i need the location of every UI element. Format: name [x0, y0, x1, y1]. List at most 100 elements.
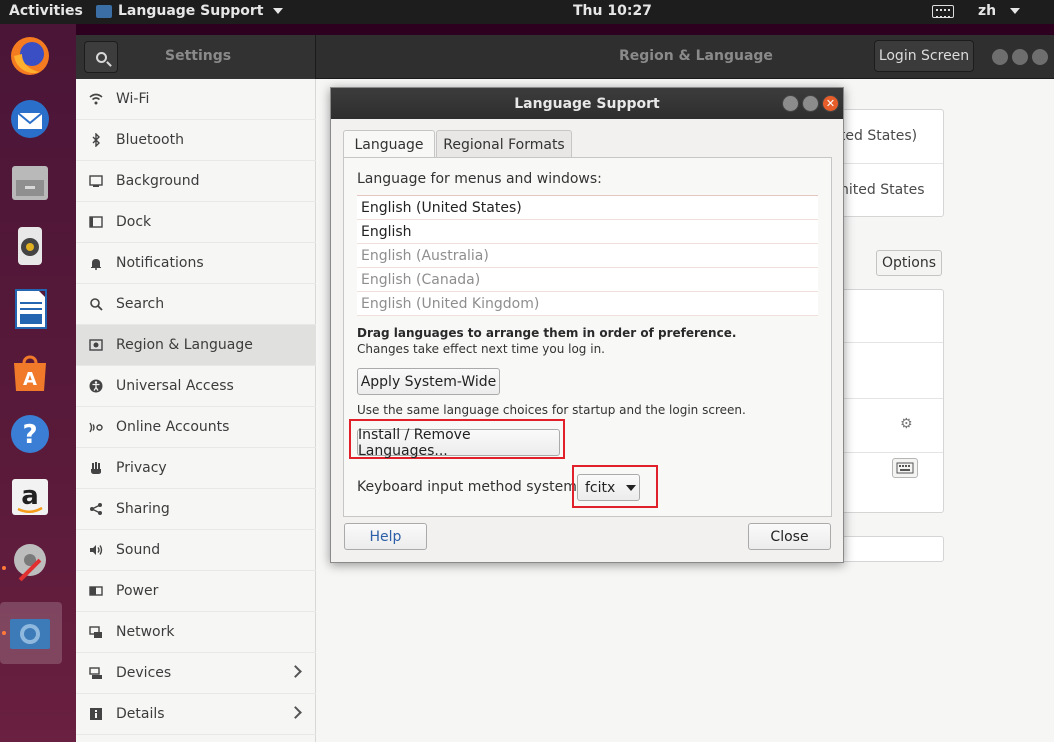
svg-text:a: a — [21, 481, 39, 511]
sidebar-item-region-language[interactable]: Region & Language — [76, 325, 316, 366]
libreoffice-writer-icon[interactable] — [8, 286, 52, 330]
close-icon[interactable] — [992, 49, 1008, 65]
options-button[interactable]: Options — [876, 250, 942, 276]
manage-installed-languages-field[interactable] — [827, 536, 944, 562]
sidebar-item-bluetooth[interactable]: Bluetooth — [76, 120, 316, 161]
settings-headerbar: Settings Region & Language Login Screen — [76, 35, 1054, 79]
sidebar-item-online-accounts[interactable]: Online Accounts — [76, 407, 316, 448]
sidebar-item-privacy[interactable]: Privacy — [76, 448, 316, 489]
input-language-label: zh — [978, 3, 997, 19]
keyboard-layout-button[interactable] — [892, 458, 918, 478]
sidebar-item-network[interactable]: Network — [76, 612, 316, 653]
drag-instructions: Drag languages to arrange them in order … — [357, 326, 737, 340]
sidebar-item-universal-access[interactable]: Universal Access — [76, 366, 316, 407]
sidebar-item-label: Search — [116, 296, 165, 312]
chevron-down-icon — [626, 484, 637, 491]
language-formats-frame: ited States) nited States — [827, 109, 944, 217]
language-value[interactable]: ited States) — [836, 128, 917, 144]
sidebar-item-label: Sharing — [116, 501, 170, 517]
sidebar-item-label: Notifications — [116, 255, 204, 271]
power-icon — [89, 584, 103, 598]
sidebar-item-notifications[interactable]: Notifications — [76, 243, 316, 284]
input-method-select[interactable]: fcitx — [577, 474, 640, 501]
app-menu-label: Language Support — [118, 3, 264, 19]
list-item[interactable]: English (Australia) — [357, 244, 818, 268]
tab-regional-formats[interactable]: Regional Formats — [436, 130, 572, 158]
close-button[interactable]: Close — [748, 523, 831, 550]
sidebar-item-details[interactable]: Details — [76, 694, 316, 735]
chevron-right-icon — [289, 665, 302, 678]
firefox-icon[interactable] — [8, 34, 52, 78]
clock[interactable]: Thu 10:27 — [573, 3, 652, 19]
svg-text:A: A — [23, 369, 37, 390]
dialog-titlebar[interactable]: Language Support ✕ — [331, 88, 843, 119]
sidebar-item-label: Privacy — [116, 460, 167, 476]
sidebar-item-devices[interactable]: Devices — [76, 653, 316, 694]
running-indicator — [2, 631, 6, 635]
language-support-icon — [96, 4, 112, 18]
sidebar-item-label: Region & Language — [116, 337, 253, 353]
formats-value[interactable]: nited States — [840, 182, 925, 198]
dock-icon — [89, 215, 103, 229]
tab-language[interactable]: Language — [343, 130, 435, 159]
sidebar-item-label: Wi-Fi — [116, 91, 150, 107]
activities-button[interactable]: Activities — [9, 3, 83, 19]
sidebar-item-wifi[interactable]: Wi-Fi — [76, 79, 316, 120]
install-remove-languages-button[interactable]: Install / Remove Languages... — [357, 427, 560, 459]
sidebar-item-label: Network — [116, 624, 175, 640]
online-accounts-icon — [89, 420, 103, 434]
maximize-icon[interactable] — [1012, 49, 1028, 65]
page-title: Region & Language — [619, 48, 773, 64]
list-item[interactable]: English (United States) — [357, 196, 818, 220]
list-item[interactable]: English (United Kingdom) — [357, 292, 818, 316]
chevron-down-icon — [273, 8, 284, 14]
language-list[interactable]: English (United States) English English … — [357, 195, 818, 316]
maximize-icon[interactable] — [802, 95, 819, 112]
divider — [828, 163, 943, 164]
search-icon — [95, 51, 107, 63]
login-screen-button[interactable]: Login Screen — [874, 40, 974, 72]
language-support-dialog: Language Support ✕ Regional Formats Lang… — [330, 87, 844, 563]
input-language-menu[interactable]: zh — [978, 3, 1021, 19]
minimize-icon[interactable] — [1032, 49, 1048, 65]
sidebar-item-sound[interactable]: Sound — [76, 530, 316, 571]
sidebar-item-label: Background — [116, 173, 200, 189]
menus-language-label: Language for menus and windows: — [357, 171, 602, 187]
bell-icon — [89, 256, 103, 270]
app-menu[interactable]: Language Support — [96, 3, 284, 19]
keyboard-icon[interactable] — [932, 5, 954, 18]
info-icon — [89, 707, 103, 721]
sidebar-item-label: Details — [116, 706, 165, 722]
sidebar-item-background[interactable]: Background — [76, 161, 316, 202]
sidebar-item-power[interactable]: Power — [76, 571, 316, 612]
list-item[interactable]: English — [357, 220, 818, 244]
keyboard-icon — [896, 462, 914, 474]
search-button[interactable] — [84, 41, 118, 73]
rhythmbox-icon[interactable] — [8, 223, 52, 267]
language-support-icon[interactable] — [8, 611, 52, 655]
list-item[interactable]: English (Canada) — [357, 268, 818, 292]
amazon-icon[interactable]: a — [8, 475, 52, 519]
gear-icon[interactable]: ⚙ — [900, 416, 913, 432]
files-icon[interactable] — [8, 160, 52, 204]
thunderbird-icon[interactable] — [8, 97, 52, 141]
sidebar-item-search[interactable]: Search — [76, 284, 316, 325]
settings-sidebar: Wi-Fi Bluetooth Background Dock Notifica… — [76, 79, 316, 742]
help-icon[interactable]: ? — [8, 412, 52, 456]
settings-title: Settings — [165, 48, 232, 64]
software-center-icon[interactable]: A — [8, 349, 52, 393]
minimize-icon[interactable] — [782, 95, 799, 112]
sidebar-item-sharing[interactable]: Sharing — [76, 489, 316, 530]
chevron-down-icon — [1010, 8, 1021, 14]
help-button[interactable]: Help — [344, 523, 427, 550]
sidebar-item-label: Sound — [116, 542, 161, 558]
sidebar-item-label: Dock — [116, 214, 152, 230]
system-tools-icon[interactable] — [8, 538, 52, 582]
apply-system-wide-button[interactable]: Apply System-Wide — [357, 368, 500, 395]
close-icon[interactable]: ✕ — [822, 95, 839, 112]
language-tab-panel: Language for menus and windows: English … — [343, 157, 832, 517]
sidebar-item-dock[interactable]: Dock — [76, 202, 316, 243]
top-bar: Activities Language Support Thu 10:27 zh — [0, 0, 1054, 24]
sidebar-item-label: Online Accounts — [116, 419, 230, 435]
sidebar-item-label: Bluetooth — [116, 132, 184, 148]
